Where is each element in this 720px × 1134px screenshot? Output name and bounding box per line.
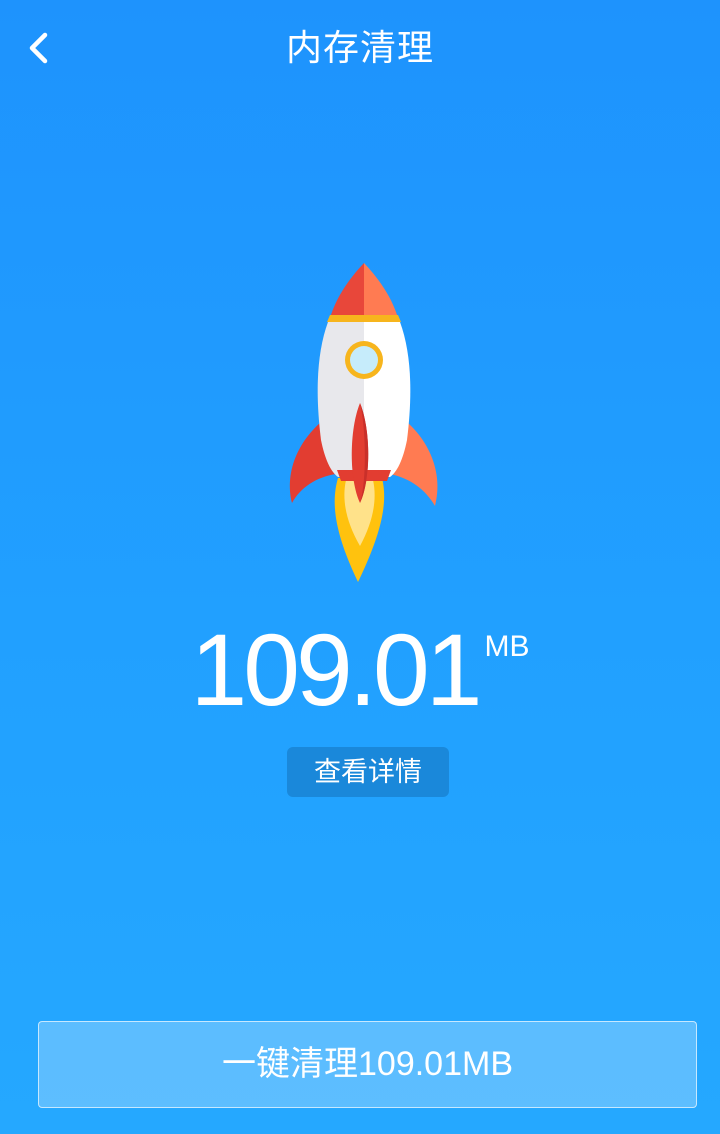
rocket-nose [327, 263, 401, 322]
memory-amount-unit: MB [484, 630, 530, 663]
view-details-button[interactable]: 查看详情 [287, 747, 449, 797]
memory-clean-screen: 内存清理 109.01 MB 查看详情 一键清理109.01MB [0, 0, 720, 1134]
memory-amount: 109.01 MB [0, 619, 720, 721]
chevron-left-icon [29, 32, 48, 64]
one-click-clean-button[interactable]: 一键清理109.01MB [38, 1021, 697, 1108]
rocket-window [345, 341, 383, 379]
page-title: 内存清理 [285, 27, 434, 68]
memory-amount-value: 109.01 [190, 613, 483, 727]
rocket-icon [289, 263, 438, 582]
back-button[interactable] [18, 24, 62, 72]
